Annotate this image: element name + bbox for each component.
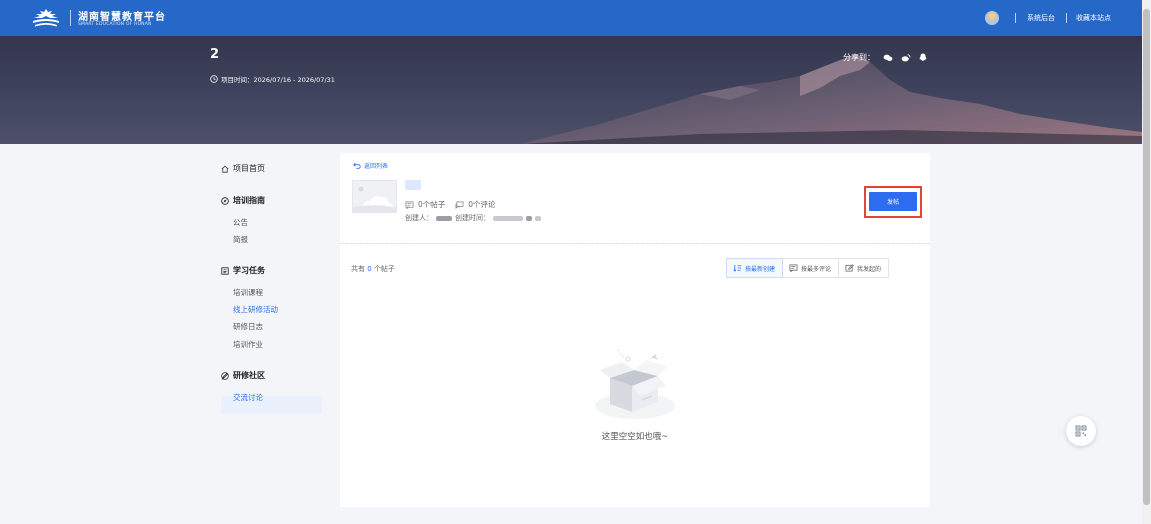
image-placeholder-icon (353, 186, 396, 212)
share-label: 分享到： (843, 53, 875, 62)
post-total-prefix: 共有 (351, 265, 365, 273)
topic-creator-info: 创建人： 创建时间： (405, 213, 541, 223)
sort-tabs: 按最新创建 按最多评论 我发起的 (726, 258, 890, 278)
project-time-text: 项目时间：2026/07/16 - 2026/07/31 (221, 76, 335, 84)
nav-tasks-title: 学习任务 (233, 266, 265, 275)
header-divider (1066, 13, 1067, 23)
created-date-redacted (493, 215, 523, 221)
qr-code-icon (1075, 425, 1087, 437)
post-total: 共有 0 个帖子 (351, 264, 395, 274)
nav-community-title: 研修社区 (233, 371, 265, 380)
nav-item-journal[interactable]: 研修日志 (233, 321, 263, 332)
sort-icon (733, 264, 742, 272)
qq-icon[interactable] (919, 53, 927, 62)
user-avatar[interactable] (985, 11, 999, 25)
post-total-count: 0 (367, 265, 372, 273)
comment-icon (455, 200, 464, 209)
wechat-icon[interactable] (883, 54, 893, 62)
top-navigation-bar: 湖南智慧教育平台 SMART EDUCATION OF HUNAN 系统后台 收… (0, 0, 1142, 36)
nav-item-briefing[interactable]: 简报 (233, 234, 248, 245)
bookmark-site-link[interactable]: 收藏本站点 (1076, 13, 1111, 23)
platform-logo-icon[interactable] (30, 8, 62, 28)
nav-home[interactable]: 项目首页 (221, 163, 265, 174)
sort-tab-most-comments[interactable]: 按最多评论 (782, 258, 840, 278)
sort-tab-mine[interactable]: 我发起的 (838, 258, 890, 278)
comment-icon (789, 264, 798, 272)
project-time: 项目时间：2026/07/16 - 2026/07/31 (210, 74, 335, 84)
creator-label: 创建人： (405, 214, 433, 222)
sort-tab-newest-label: 按最新创建 (745, 265, 776, 273)
post-button[interactable]: 发帖 (869, 192, 917, 211)
project-title: 2 (210, 47, 220, 62)
sort-tab-most-comments-label: 按最多评论 (801, 265, 832, 273)
community-icon (221, 371, 229, 380)
created-time-redacted (526, 215, 532, 221)
qr-code-button[interactable] (1066, 416, 1096, 446)
nav-home-label: 项目首页 (233, 164, 265, 173)
post-total-suffix: 个帖子 (373, 265, 395, 273)
post-icon (405, 200, 414, 209)
system-admin-link[interactable]: 系统后台 (1027, 13, 1055, 23)
task-list-icon (221, 266, 229, 275)
mountain-background (520, 54, 1142, 144)
nav-tasks-header: 学习任务 (221, 265, 265, 276)
sort-tab-mine-label: 我发起的 (857, 265, 882, 273)
creator-name-redacted (436, 215, 452, 221)
back-to-list-label: 返回列表 (364, 163, 389, 170)
topic-comment-count: 0个评论 (468, 200, 496, 209)
empty-box-illustration (595, 348, 675, 419)
nav-item-homework[interactable]: 培训作业 (233, 339, 263, 350)
weibo-icon[interactable] (901, 53, 911, 62)
nav-guide-title: 培训指南 (233, 196, 265, 205)
edit-icon (845, 264, 854, 272)
site-title[interactable]: 湖南智慧教育平台 (78, 8, 166, 23)
back-arrow-icon (353, 162, 361, 169)
compass-icon (221, 196, 229, 205)
site-subtitle: SMART EDUCATION OF HUNAN (78, 22, 152, 27)
empty-state-text: 这里空空如也哦~ (601, 432, 669, 442)
nav-item-discussion[interactable]: 交流讨论 (233, 392, 263, 403)
topic-stats: 0个帖子 0个评论 (405, 199, 496, 210)
nav-item-announcement[interactable]: 公告 (233, 217, 248, 228)
page-scrollbar[interactable] (1142, 0, 1151, 524)
logo-divider (70, 10, 71, 26)
nav-community-header: 研修社区 (221, 370, 265, 381)
post-button-highlight: 发帖 (864, 186, 922, 218)
nav-item-online-activity[interactable]: 线上研修活动 (233, 304, 278, 315)
home-icon (221, 165, 229, 173)
header-divider (1015, 13, 1016, 23)
created-time-label: 创建时间： (455, 214, 490, 222)
back-to-list-link[interactable]: 返回列表 (353, 161, 388, 170)
nav-guide-header: 培训指南 (221, 195, 265, 206)
scrollbar-thumb[interactable] (1143, 9, 1150, 505)
sort-tab-newest[interactable]: 按最新创建 (726, 258, 784, 278)
topic-title-tag (405, 180, 421, 190)
clock-icon (210, 75, 218, 83)
nav-item-courses[interactable]: 培训课程 (233, 287, 263, 298)
created-time-redacted (535, 215, 541, 221)
topic-post-count: 0个帖子 (418, 200, 446, 209)
topic-header-panel: 返回列表 0个帖子 0个评论 创建人： 创建时间： 发帖 (340, 153, 930, 243)
project-banner: 2 项目时间：2026/07/16 - 2026/07/31 分享到： (0, 36, 1142, 144)
post-list-panel: 共有 0 个帖子 按最新创建 按最多评论 我发起的 这里空空如也哦~ (340, 244, 930, 507)
topic-thumbnail (352, 180, 397, 213)
share-bar: 分享到： (843, 52, 927, 63)
